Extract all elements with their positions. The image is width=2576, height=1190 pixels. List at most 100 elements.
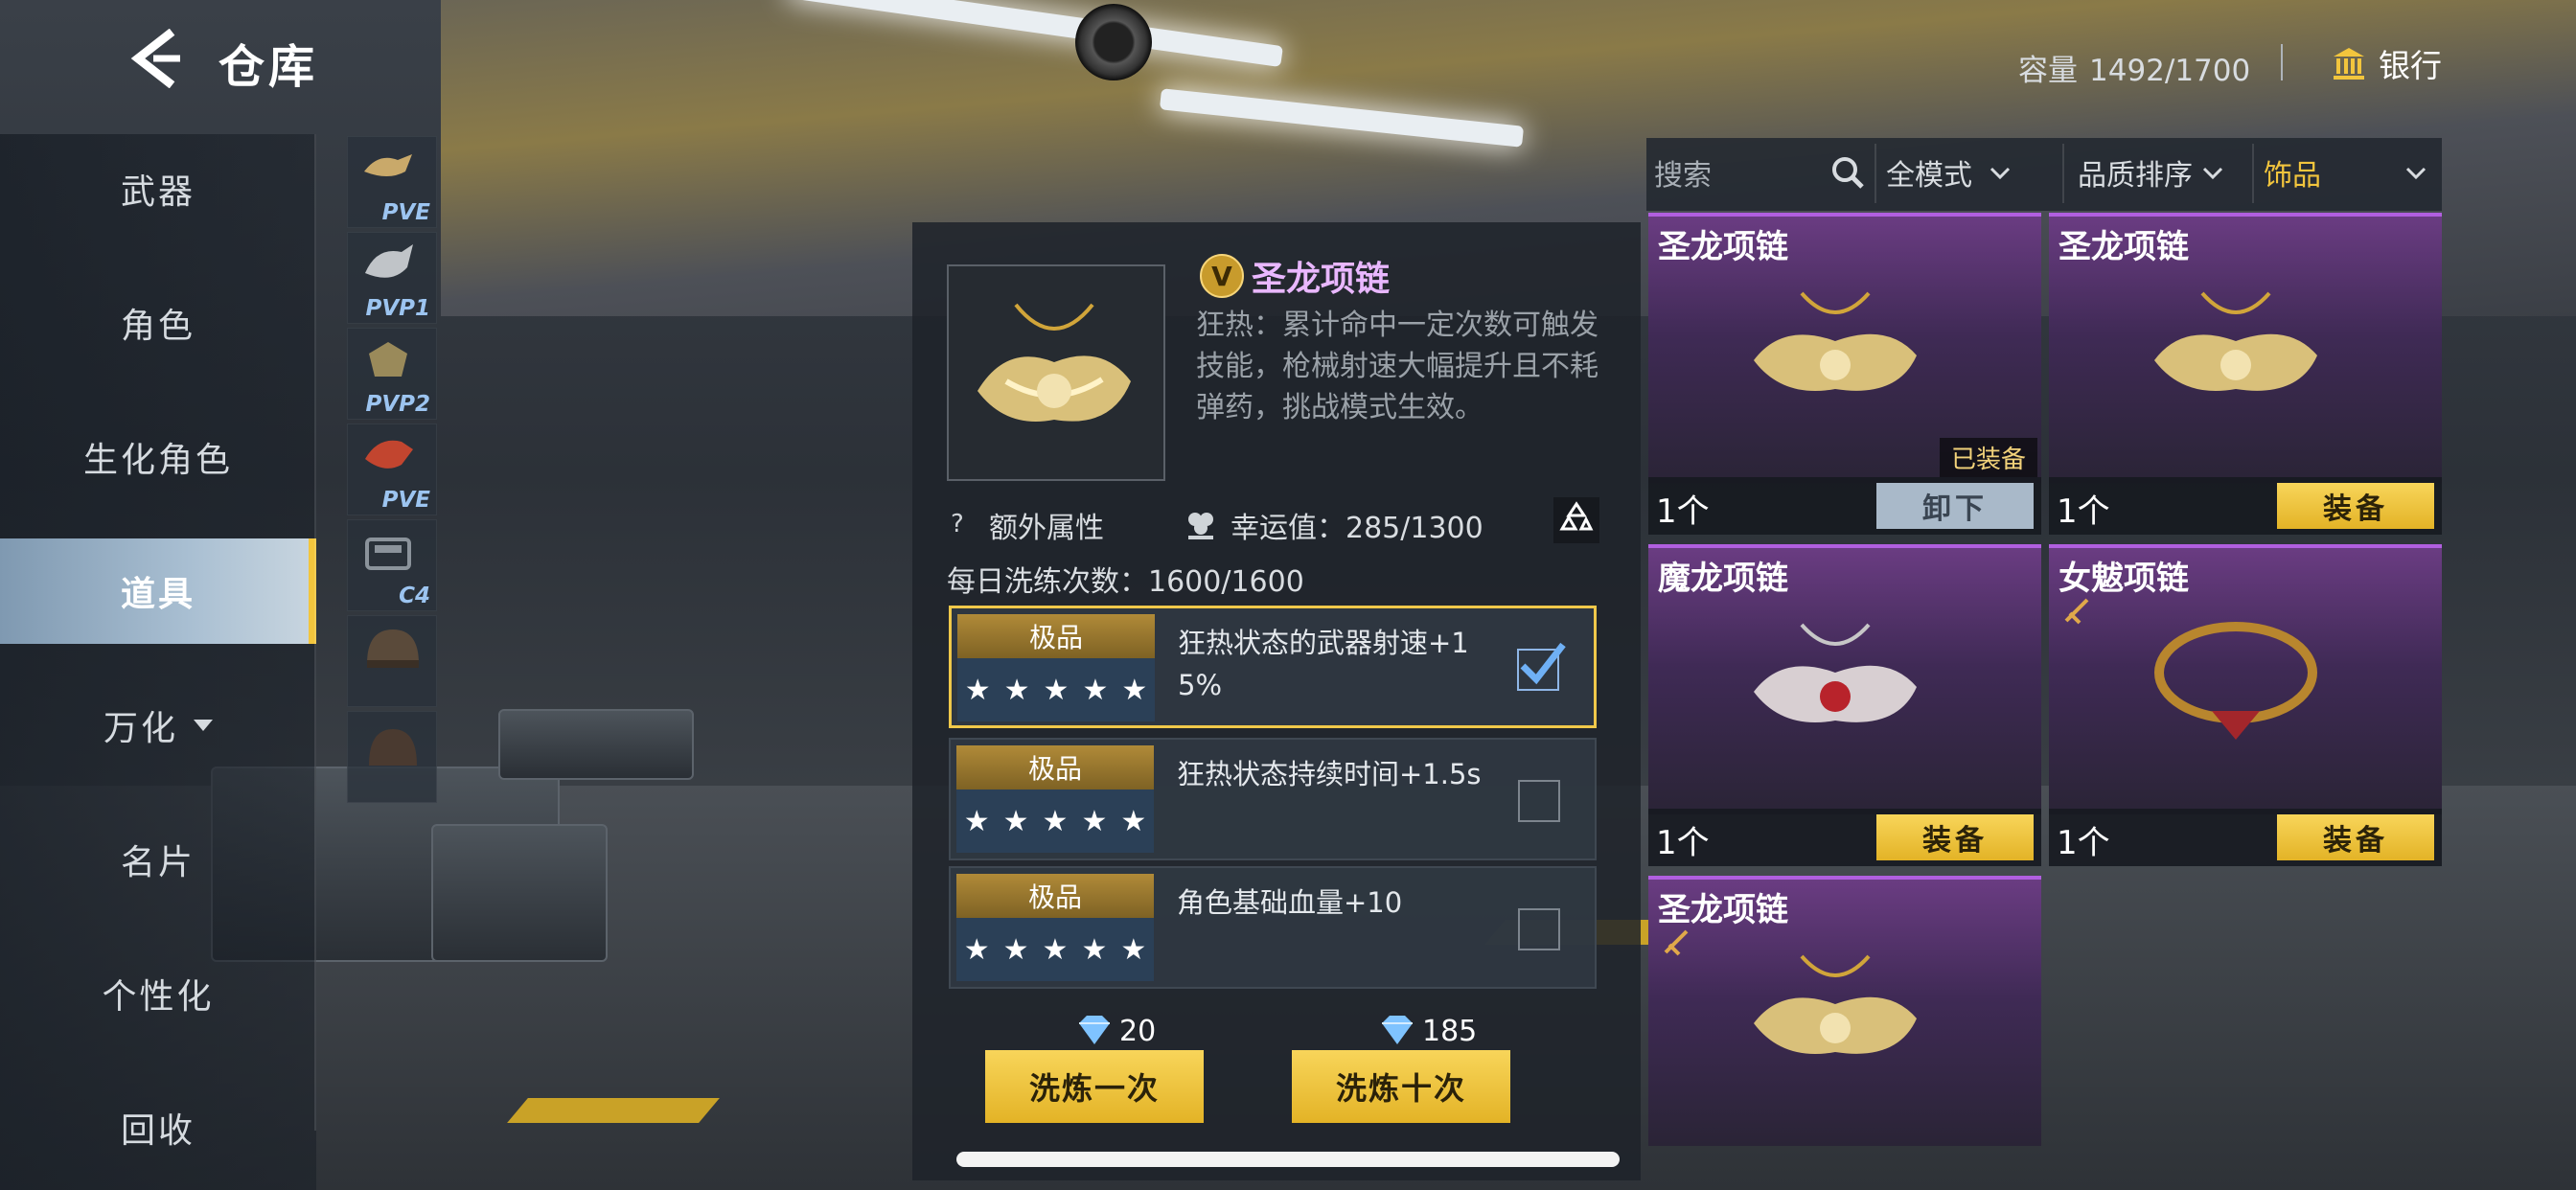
card-name: 魔龙项链 <box>1658 560 1788 598</box>
floor-stripe <box>507 1098 720 1123</box>
recycle-icon[interactable] <box>1552 496 1600 544</box>
attribute-grade: 极品 ★ ★ ★ ★ ★ <box>956 874 1154 981</box>
item-thumbnail <box>947 264 1165 481</box>
item-card[interactable]: 圣龙项链 <box>2049 213 2442 483</box>
attribute-row[interactable]: 极品 ★ ★ ★ ★ ★ 狂热状态持续时间+1.5s <box>949 738 1597 860</box>
dragon-necklace-image <box>1754 291 1917 391</box>
back-arrow-icon[interactable] <box>126 29 184 88</box>
sidebar-item-label: 角色 <box>120 307 196 346</box>
sort-dropdown[interactable]: 品质排序 <box>2078 151 2223 194</box>
card-name: 圣龙项链 <box>1658 891 1788 929</box>
card-footer: 1个 装备 <box>1648 809 2041 866</box>
luck-value: 幸运值：285/1300 <box>1184 504 1484 546</box>
star-rating: ★ ★ ★ ★ ★ <box>963 932 1147 967</box>
sidebar-item-items[interactable]: 道具 <box>0 538 316 644</box>
divider <box>2252 144 2254 203</box>
luck-label: 幸运值：285/1300 <box>1230 512 1484 545</box>
cost-value: 185 <box>1422 1014 1478 1048</box>
capacity-display: 容量 1492/1700 <box>2018 46 2250 89</box>
divider <box>2062 144 2064 203</box>
home-indicator[interactable] <box>956 1152 1620 1167</box>
item-icon <box>365 244 413 278</box>
checkmark-icon <box>1520 642 1566 685</box>
subtab-label: PVP2 <box>365 392 430 417</box>
equip-button[interactable]: 装备 <box>2277 814 2434 860</box>
sidebar-item-label: 生化角色 <box>82 441 233 480</box>
daily-refine-count: 每日洗练次数：1600/1600 <box>947 565 1304 599</box>
attribute-text: 角色基础血量+10 <box>1177 886 1403 919</box>
sidebar-item-characters[interactable]: 角色 <box>0 270 316 376</box>
sidebar-item-personalize[interactable]: 个性化 <box>0 941 316 1046</box>
card-name: 女魃项链 <box>2058 560 2189 598</box>
lock-checkbox[interactable] <box>1518 780 1560 822</box>
subtab-label: PVE <box>381 488 430 513</box>
item-card[interactable]: 女魃项链 <box>2049 544 2442 814</box>
cost-value: 20 <box>1119 1014 1157 1048</box>
item-card[interactable]: 魔龙项链 <box>1648 544 2041 814</box>
clover-icon <box>1188 513 1213 539</box>
subtab-pve[interactable]: PVE <box>347 136 437 228</box>
sidebar-item-wanhua[interactable]: 万化 <box>0 673 316 778</box>
extra-attributes-info[interactable]: ? 额外属性 <box>951 504 1104 546</box>
bank-button[interactable]: 银行 <box>2331 40 2442 86</box>
subtab-pvp1[interactable]: PVP1 <box>347 232 437 324</box>
divider <box>1874 144 1876 203</box>
equip-button[interactable]: 装备 <box>2277 483 2434 529</box>
item-name: 圣龙项链 <box>1252 260 1391 299</box>
item-description: 狂热：累计命中一定次数可触发技能，枪械射速大幅提升且不耗弹药，挑战模式生效。 <box>1196 309 1598 424</box>
attribute-row[interactable]: 极品 ★ ★ ★ ★ ★ 狂热状态的武器射速+15% <box>949 606 1597 728</box>
lock-icon <box>2064 598 2089 625</box>
item-card[interactable]: 圣龙项链 <box>1648 876 2041 1146</box>
subtab-label: C4 <box>399 584 430 608</box>
subtab-helmet-2[interactable] <box>347 711 437 803</box>
chevron-down-icon <box>2405 167 2426 180</box>
item-quantity: 1个 <box>2057 492 2110 531</box>
unequip-button[interactable]: 卸下 <box>1876 483 2034 529</box>
refine-once-cost: 20 <box>1073 1014 1156 1048</box>
search-icon[interactable] <box>1828 153 1867 192</box>
star-rating: ★ ★ ★ ★ ★ <box>963 804 1147 838</box>
search-input[interactable]: 搜索 <box>1654 151 1712 194</box>
sidebar-item-zombie-characters[interactable]: 生化角色 <box>0 404 316 510</box>
star-rating: ★ ★ ★ ★ ★ <box>964 673 1148 707</box>
dragon-necklace-image <box>978 303 1131 422</box>
equip-button[interactable]: 装备 <box>1876 814 2034 860</box>
extra-attributes-label: 额外属性 <box>989 512 1104 545</box>
sidebar-item-recycle[interactable]: 回收 <box>0 1075 316 1180</box>
sort-label: 品质排序 <box>2078 159 2193 193</box>
diamond-icon <box>1382 1016 1413 1044</box>
subtab-label: PVP1 <box>365 296 430 321</box>
sidebar-item-cards[interactable]: 名片 <box>0 807 316 912</box>
bank-icon <box>2334 48 2364 80</box>
grade-label: 极品 <box>956 745 1154 790</box>
item-card[interactable]: 圣龙项链 已装备 <box>1648 213 2041 483</box>
attribute-text: 狂热状态持续时间+1.5s <box>1177 758 1482 790</box>
sidebar-item-label: 回收 <box>120 1111 196 1151</box>
nuba-necklace-image <box>2154 622 2317 740</box>
divider <box>314 134 316 1131</box>
mode-label: 全模式 <box>1886 159 1972 193</box>
sidebar-item-label: 名片 <box>120 843 196 882</box>
refine-ten-button[interactable]: 洗炼十次 <box>1292 1050 1510 1123</box>
subtab-pve-2[interactable]: PVE <box>347 423 437 515</box>
dragon-necklace-image <box>1754 954 1917 1054</box>
lock-checkbox[interactable] <box>1517 642 1566 691</box>
refine-once-button[interactable]: 洗炼一次 <box>985 1050 1204 1123</box>
sidebar-item-weapons[interactable]: 武器 <box>0 136 316 241</box>
item-title: V 圣龙项链 <box>1200 251 1390 301</box>
attribute-row[interactable]: 极品 ★ ★ ★ ★ ★ 角色基础血量+10 <box>949 866 1597 989</box>
lock-checkbox[interactable] <box>1518 908 1560 950</box>
helmet-icon <box>367 629 419 668</box>
chevron-down-icon <box>1990 167 2011 180</box>
chevron-down-icon <box>194 720 213 731</box>
mode-dropdown[interactable]: 全模式 <box>1886 151 2011 194</box>
card-footer: 1个 装备 <box>2049 809 2442 866</box>
subtab-helmet[interactable] <box>347 615 437 707</box>
item-icon <box>364 154 412 176</box>
subtab-c4[interactable]: C4 <box>347 519 437 611</box>
capacity-value: 1492/1700 <box>2089 54 2251 88</box>
card-footer: 1个 装备 <box>2049 477 2442 535</box>
item-icon <box>365 440 413 469</box>
category-dropdown[interactable]: 饰品 <box>2264 151 2426 194</box>
subtab-pvp2[interactable]: PVP2 <box>347 328 437 420</box>
